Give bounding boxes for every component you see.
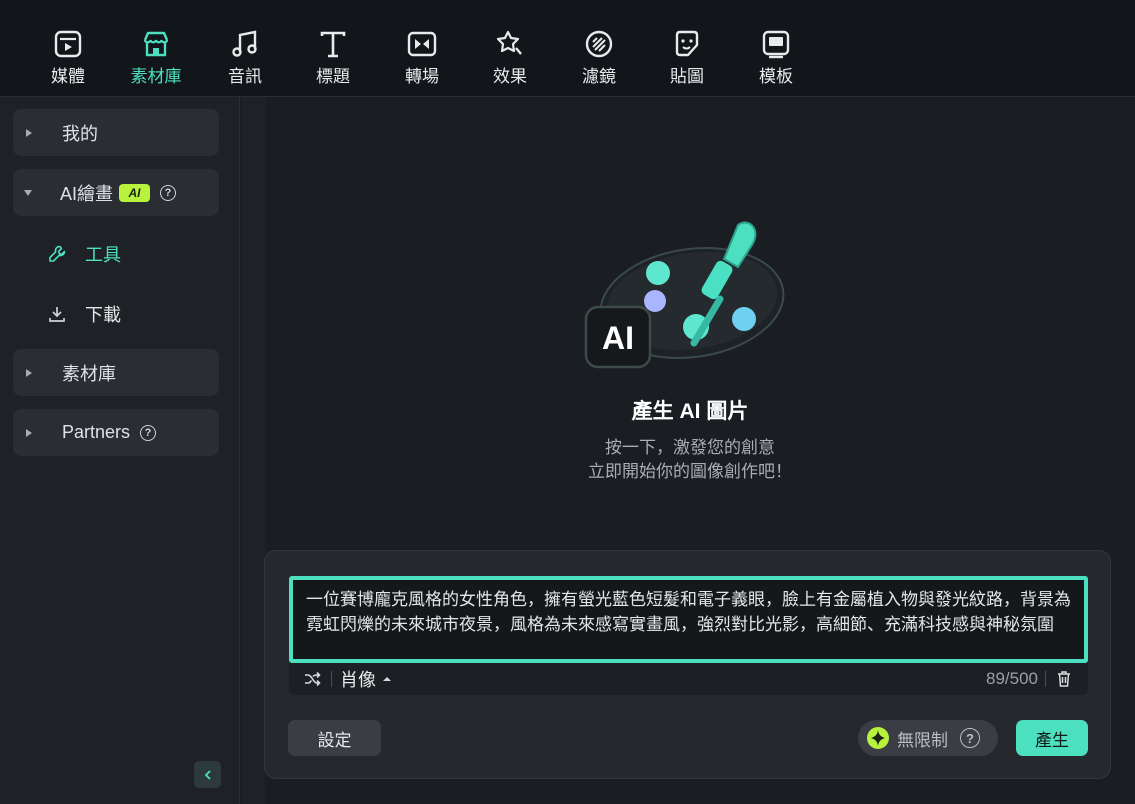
sidebar-item-label: 下載 (85, 305, 121, 325)
toolbar-label: 媒體 (51, 67, 85, 86)
toolbar-stickers[interactable]: 貼圖 (652, 28, 722, 87)
unlimited-label: 無限制 (897, 730, 948, 750)
page-title: 產生 AI 圖片 (631, 400, 749, 423)
toolbar-label: 濾鏡 (582, 67, 616, 86)
sidebar-section-library[interactable]: 素材庫 (13, 349, 219, 396)
store-icon (143, 31, 169, 57)
caret-up-icon[interactable] (382, 675, 392, 683)
sidebar-section-label: Partners (62, 422, 131, 442)
toolbar-label: 轉場 (405, 67, 439, 86)
toolbar-label: 貼圖 (670, 67, 704, 86)
toolbar-audio[interactable]: 音訊 (210, 28, 280, 87)
toolbar-label: 模板 (759, 67, 793, 86)
caret-right-icon (26, 368, 32, 377)
sidebar-section-label: AI繪畫 (60, 183, 114, 204)
caret-right-icon (26, 128, 32, 137)
toolbar-titles[interactable]: 標題 (298, 28, 368, 87)
sidebar-section-ai-paint[interactable]: AI繪畫 AI ? (13, 169, 219, 216)
chevron-left-icon (204, 769, 211, 780)
media-icon (54, 30, 82, 58)
toolbar-templates[interactable]: 模板 (741, 28, 811, 87)
toolbar-effects[interactable]: 效果 (475, 28, 545, 87)
toolbar-transitions[interactable]: 轉場 (387, 28, 457, 87)
sparkle-icon (867, 727, 889, 749)
sidebar-item-label: 工具 (85, 245, 121, 265)
music-icon (232, 30, 257, 57)
subtitle-line: 按一下，激發您的創意 (605, 438, 775, 457)
wrench-icon (49, 245, 66, 262)
ai-palette-illustration: AI (584, 221, 785, 369)
sidebar-section-mine[interactable]: 我的 (13, 109, 219, 156)
shuffle-icon[interactable] (303, 670, 321, 688)
sidebar-item-download[interactable]: 下載 (47, 301, 121, 327)
main-gutter (241, 97, 265, 804)
prompt-toolbar: 肖像 89/500 (289, 663, 1088, 695)
sidebar-section-label: 素材庫 (62, 363, 116, 384)
separator (1045, 671, 1046, 687)
toolbar-library[interactable]: 素材庫 (121, 28, 191, 87)
generate-button[interactable]: 產生 (1016, 720, 1088, 756)
help-icon[interactable]: ? (140, 424, 157, 441)
toolbar-label: 效果 (493, 67, 527, 86)
subtitle-line: 立即開始你的圖像創作吧！ (588, 462, 792, 481)
char-counter: 89/500 (986, 669, 1038, 688)
toolbar-media[interactable]: 媒體 (33, 28, 103, 87)
ai-badge-text: AI (602, 320, 634, 356)
style-selector[interactable]: 肖像 (340, 666, 376, 692)
page-subtitle: 按一下，激發您的創意 立即開始你的圖像創作吧！ (540, 436, 840, 484)
collapse-sidebar-button[interactable] (194, 761, 221, 788)
sticker-icon (675, 30, 699, 57)
toolbar-label: 音訊 (228, 67, 262, 86)
filter-icon (585, 30, 613, 58)
toolbar-filters[interactable]: 濾鏡 (564, 28, 634, 87)
title-icon (320, 31, 346, 58)
caret-right-icon (26, 428, 32, 437)
effects-icon (496, 30, 522, 55)
template-icon (762, 30, 790, 59)
sidebar-item-tools[interactable]: 工具 (47, 241, 121, 267)
prompt-textarea[interactable]: 一位賽博龐克風格的女性角色，擁有螢光藍色短髮和電子義眼，臉上有金屬植入物與發光紋… (289, 576, 1088, 663)
toolbar-label: 素材庫 (130, 67, 182, 86)
toolbar-label: 標題 (316, 67, 350, 86)
sidebar-section-partners[interactable]: Partners ? (13, 409, 219, 456)
top-toolbar: 媒體 素材庫 音訊 標題 轉場 效果 濾鏡 貼圖 模板 (0, 0, 1135, 97)
transition-icon (407, 31, 437, 57)
unlimited-credits-pill[interactable]: 無限制 ? (858, 720, 998, 756)
help-icon[interactable]: ? (960, 728, 980, 748)
trash-icon[interactable] (1056, 670, 1072, 688)
sidebar: 我的 AI繪畫 AI ? 工具 下載 素材庫 Partners ? (0, 97, 240, 804)
settings-button[interactable]: 設定 (288, 720, 381, 756)
download-icon (49, 307, 65, 322)
help-icon[interactable]: ? (160, 184, 177, 201)
ai-badge: AI (119, 183, 151, 202)
sidebar-section-label: 我的 (62, 123, 98, 144)
caret-down-icon (24, 189, 32, 196)
separator (331, 671, 332, 687)
